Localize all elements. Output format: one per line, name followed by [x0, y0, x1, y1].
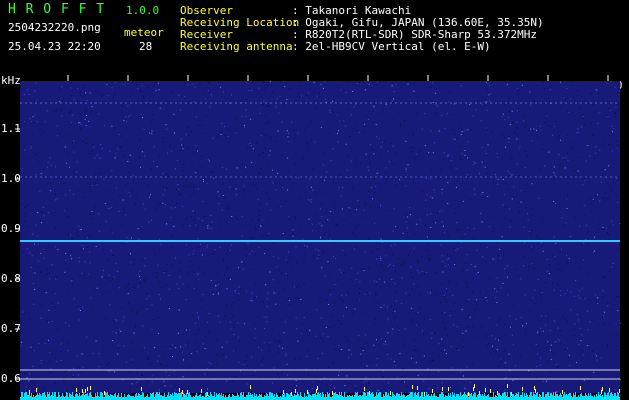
meteor-label: meteor [124, 26, 164, 39]
spectrogram-field [20, 81, 620, 393]
file-name: 2504232220.png [8, 21, 101, 34]
meteor-count: 28 [139, 40, 153, 53]
app-version: 1.0.0 [126, 4, 160, 17]
spectrogram [15, 75, 621, 400]
antenna-label: Receiving antenna [180, 40, 293, 53]
file-datetime: 25.04.23 22:20 [8, 40, 101, 53]
antenna-value: : 2el-HB9CV Vertical (el. E-W) [292, 40, 491, 53]
header-panel: H R O F F T 1.0.0 2504232220.png meteor … [0, 0, 629, 75]
app-title: H R O F F T [8, 2, 106, 17]
